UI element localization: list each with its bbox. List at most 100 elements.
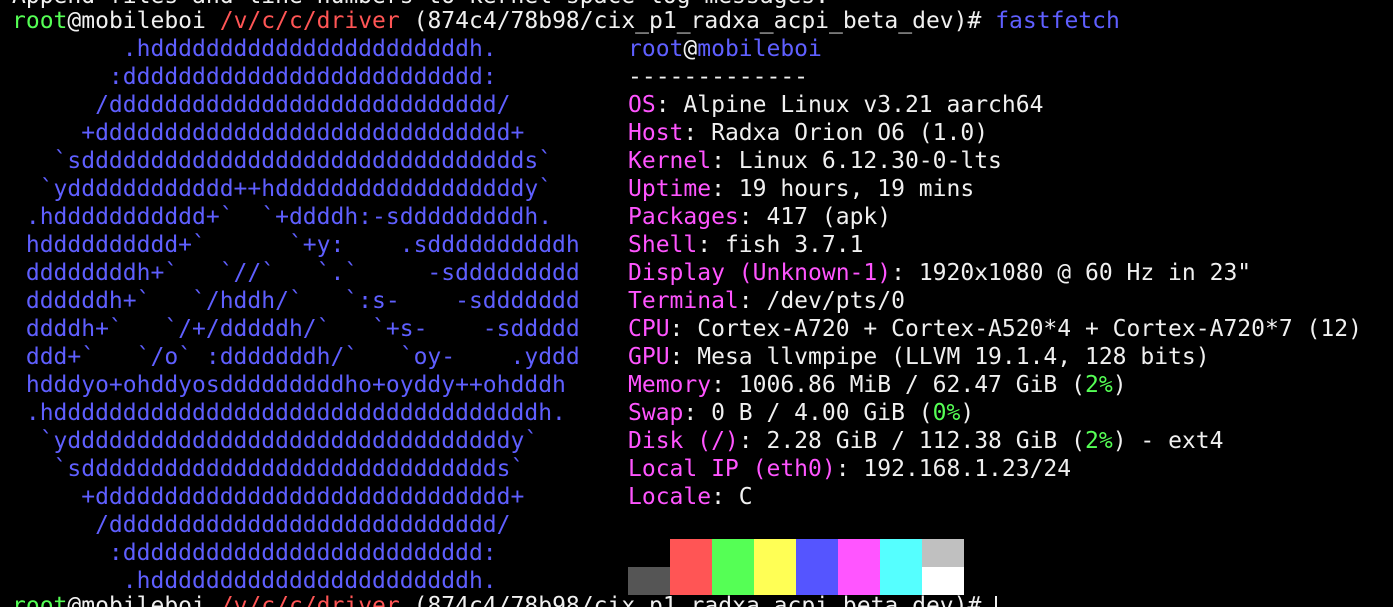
info-value-suffix: ) - ext4 [1112,428,1224,454]
info-value: Linux 6.12.30-0-lts [738,148,1002,174]
color-swatch [670,567,712,595]
prompt-user: root [12,593,68,607]
info-key: Locale [628,484,712,510]
color-swatch [880,539,922,567]
color-swatch [754,539,796,567]
info-value: 0 B / 4.00 GiB ( [711,400,933,426]
logo-line: .hdddddddddddddddddddddddh. [12,568,497,594]
info-row: GPU: Mesa llvmpipe (LLVM 19.1.4, 128 bit… [628,343,1362,371]
info-value: C [738,484,753,510]
info-key: CPU [628,316,670,342]
info-colon: : [711,148,739,174]
info-key: Kernel [628,148,712,174]
color-swatch [754,567,796,595]
color-swatch [712,539,754,567]
info-title-host: mobileboi [697,36,822,62]
prompt-git-branch: (874c4/78b98/cix_p1_radxa_acpi_beta_dev)… [413,593,982,607]
info-row: Local IP (eth0): 192.168.1.23/24 [628,455,1362,483]
info-row: Host: Radxa Orion O6 (1.0) [628,119,1362,147]
info-colon: : [655,92,684,118]
logo-line: `ydddddddddddd++hddddddddddddddddddy` [12,176,553,202]
usage-percent: 2% [1084,428,1113,454]
logo-line: `sdddddddddddddddddddddddddddddddds` [12,148,553,174]
color-swatch [796,567,838,595]
logo-line: ddddh+` `/+/dddddh/` `+s- -sddddd [12,316,580,342]
info-colon: : [711,372,739,398]
logo-line: +dddddddddddddddddddddddddddddd+ [12,484,525,510]
info-separator: ------------- [628,64,809,90]
info-row: Disk (/): 2.28 GiB / 112.38 GiB (2%) - e… [628,427,1362,455]
prompt-git-branch: (874c4/78b98/cix_p1_radxa_acpi_beta_dev)… [413,8,982,34]
logo-line: ddddddh+` `/hddh/` `:s- -sddddddd [12,288,580,314]
info-row: Uptime: 19 hours, 19 mins [628,175,1362,203]
info-row: Display (Unknown-1): 1920x1080 @ 60 Hz i… [628,259,1362,287]
info-row: Swap: 0 B / 4.00 GiB (0%) [628,399,1362,427]
prompt-path: /v/c/c/driver [219,593,400,607]
logo-line: /dddddddddddddddddddddddddddd/ [12,512,511,538]
terminal-window[interactable]: Append files and line numbers to kernel … [0,0,1393,607]
info-key: Display (Unknown-1) [628,260,892,286]
color-swatch [712,567,754,595]
color-swatch [628,567,670,595]
info-value: fish 3.7.1 [724,232,864,258]
info-key: Packages [628,204,739,230]
color-swatch [880,567,922,595]
color-swatch [922,539,964,567]
info-colon: : [683,400,712,426]
info-key: Swap [628,400,684,426]
prompt-host: mobileboi [81,8,206,34]
info-key: GPU [628,344,670,370]
color-swatch [922,567,964,595]
info-value: 19 hours, 19 mins [738,176,975,202]
info-value: Cortex-A720 + Cortex-A520*4 + Cortex-A72… [697,316,1362,342]
info-value: 2.28 GiB / 112.38 GiB ( [766,428,1085,454]
logo-line: `yddddddddddddddddddddddddddddddddy` [12,428,539,454]
prompt-at: @ [67,8,82,34]
info-row: CPU: Cortex-A720 + Cortex-A520*4 + Corte… [628,315,1362,343]
logo-line: hdddddddddd+` `+y: .sddddddddddh [12,232,580,258]
logo-line: :dddddddddddddddddddddddddd: [12,540,497,566]
color-swatch [838,539,880,567]
info-value: 417 (apk) [766,204,892,230]
info-colon: : [711,176,739,202]
logo-line: :dddddddddddddddddddddddddd: [12,64,497,90]
info-key: Disk (/) [628,428,739,454]
prompt-at: @ [67,593,82,607]
info-value: /dev/pts/0 [766,288,905,314]
alpine-ascii-logo: .hdddddddddddddddddddddddh. :ddddddddddd… [12,35,580,595]
info-colon: : [697,232,725,258]
prompt-user: root [12,8,68,34]
info-colon: : [683,120,712,146]
entered-command: fastfetch [995,8,1120,34]
info-colon: : [711,484,739,510]
info-row: Shell: fish 3.7.1 [628,231,1362,259]
active-prompt-line[interactable]: root@mobileboi /v/c/c/driver (874c4/78b9… [12,592,998,607]
info-row: Packages: 417 (apk) [628,203,1362,231]
info-colon: : [738,428,767,454]
info-title: root@mobileboi [628,35,1362,63]
logo-line: ddddddddh+` `//` `.` -sddddddddd [12,260,580,286]
info-value: Radxa Orion O6 (1.0) [711,120,989,146]
info-value: Alpine Linux v3.21 aarch64 [683,92,1044,118]
info-key: Uptime [628,176,712,202]
info-colon: : [738,204,767,230]
info-row: Terminal: /dev/pts/0 [628,287,1362,315]
color-swatch [628,539,670,567]
info-value: Mesa llvmpipe (LLVM 19.1.4, 128 bits) [697,344,1210,370]
usage-percent: 2% [1084,372,1113,398]
color-palette-swatches [628,539,964,595]
info-key: Memory [628,372,712,398]
command-prompt-line: root@mobileboi /v/c/c/driver (874c4/78b9… [12,7,1120,35]
info-key: OS [628,92,656,118]
logo-line: ddd+` `/o` :dddddddh/` `oy- .yddd [12,344,580,370]
system-info-panel: root@mobileboi ------------- OS: Alpine … [628,35,1362,511]
color-swatch [796,539,838,567]
text-cursor[interactable] [995,595,998,607]
info-key: Host [628,120,684,146]
info-value: 192.168.1.23/24 [863,456,1072,482]
info-colon: : [669,316,698,342]
info-key: Local IP (eth0) [628,456,836,482]
info-row: Locale: C [628,483,1362,511]
info-colon: : [669,344,698,370]
info-row: OS: Alpine Linux v3.21 aarch64 [628,91,1362,119]
